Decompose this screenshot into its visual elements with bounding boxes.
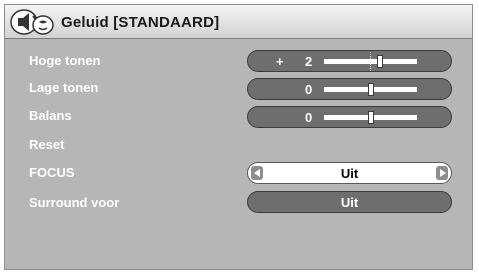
balans-knob[interactable] <box>367 111 374 124</box>
reset-item[interactable]: Reset <box>29 137 64 152</box>
balans-value: 0 <box>305 110 313 125</box>
menu-title-bar: Geluid [STANDAARD] <box>5 5 472 39</box>
label-surround-voor: Surround voor <box>29 195 120 210</box>
surround-voor-control[interactable]: Uit <box>247 191 452 213</box>
focus-selector[interactable]: Uit <box>247 162 452 184</box>
speaker-sound-icon <box>10 9 54 35</box>
label-lage-tonen: Lage tonen <box>29 80 99 95</box>
menu-title: Geluid [STANDAARD] <box>61 14 220 31</box>
lage-tonen-slider-control[interactable]: 0 <box>247 78 452 100</box>
lage-tonen-knob[interactable] <box>367 83 374 96</box>
hoge-tonen-value: 2 <box>305 54 313 69</box>
center-tick <box>370 52 372 71</box>
surround-voor-value: Uit <box>340 195 359 210</box>
label-focus: FOCUS <box>29 165 75 180</box>
hoge-tonen-sign: + <box>276 54 284 69</box>
sound-menu-panel: Geluid [STANDAARD] Hoge tonen + 2 Lage t… <box>4 4 473 270</box>
right-arrow-button[interactable] <box>436 166 448 180</box>
focus-value: Uit <box>340 166 359 181</box>
lage-tonen-value: 0 <box>305 82 313 97</box>
label-hoge-tonen: Hoge tonen <box>29 53 101 68</box>
balans-track[interactable] <box>324 111 417 124</box>
right-arrow-icon <box>440 169 446 177</box>
hoge-tonen-track[interactable] <box>324 52 417 71</box>
hoge-tonen-slider-control[interactable]: + 2 <box>247 50 452 72</box>
lage-tonen-track[interactable] <box>324 83 417 96</box>
hoge-tonen-knob[interactable] <box>376 55 383 68</box>
balans-slider-control[interactable]: 0 <box>247 106 452 128</box>
label-balans: Balans <box>29 108 72 123</box>
